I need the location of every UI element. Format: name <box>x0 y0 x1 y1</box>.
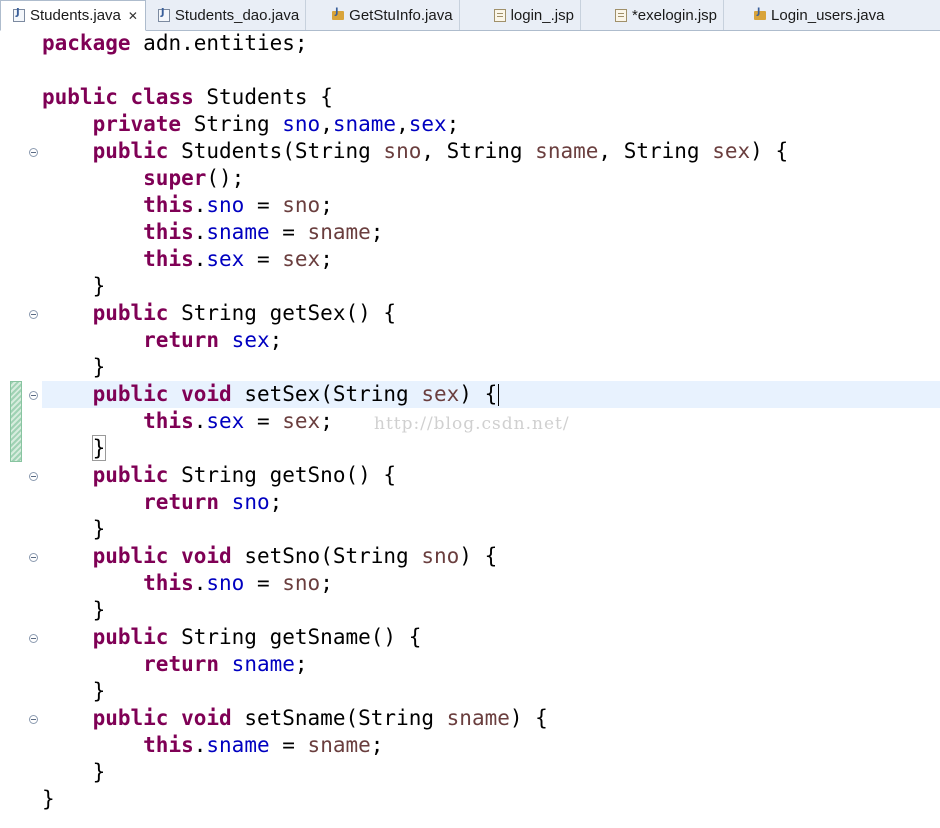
code-line: } <box>92 760 106 784</box>
tab-students-java[interactable]: Students.java ✕ <box>0 0 146 31</box>
tab-label: *exelogin.jsp <box>631 6 718 24</box>
jsp-file-icon <box>493 8 506 22</box>
java-package-icon <box>754 7 767 21</box>
code-line: return sex; <box>143 328 283 352</box>
code-line: return sno; <box>143 490 283 514</box>
code-line: public class Students { <box>42 85 333 109</box>
tab-login-jsp[interactable]: login_.jsp <box>460 0 581 30</box>
jsp-file-icon <box>614 8 627 22</box>
matching-brace: } <box>91 435 107 461</box>
code-line: public String getSex() { <box>92 301 397 325</box>
fold-collapse-icon[interactable] <box>29 310 38 319</box>
code-line: } <box>92 598 106 622</box>
tab-label: Students.java <box>30 7 121 24</box>
text-caret <box>498 384 500 406</box>
code-line: private String sno,sname,sex; <box>92 112 460 136</box>
fold-collapse-icon[interactable] <box>29 391 38 400</box>
tab-getstuinfo-java[interactable]: GetStuInfo.java <box>306 0 460 30</box>
tab-label: Login_users.java <box>771 6 885 24</box>
fold-collapse-icon[interactable] <box>29 715 38 724</box>
code-line: package adn.entities; <box>42 31 308 55</box>
code-line: } <box>92 679 106 703</box>
java-file-icon <box>13 7 25 22</box>
code-line: this.sname = sname; <box>143 733 384 757</box>
fold-collapse-icon[interactable] <box>29 148 38 157</box>
java-package-icon <box>332 7 345 21</box>
fold-collapse-icon[interactable] <box>29 634 38 643</box>
code-line: } <box>92 355 106 379</box>
tab-label: login_.jsp <box>510 6 574 24</box>
code-line-current: public void setSex(String sex) { <box>92 382 500 406</box>
code-line: public void setSno(String sno) { <box>92 544 498 568</box>
tab-label: GetStuInfo.java <box>349 6 453 24</box>
code-line: return sname; <box>143 652 308 676</box>
editor-gutter <box>0 31 8 828</box>
fold-collapse-icon[interactable] <box>29 553 38 562</box>
tab-students-dao-java[interactable]: Students_dao.java <box>146 0 307 30</box>
code-line: public void setSname(String sname) { <box>92 706 548 730</box>
code-line: public Students(String sno, String sname… <box>92 139 789 163</box>
code-line: public String getSno() { <box>92 463 397 487</box>
code-line: this.sno = sno; <box>143 193 333 217</box>
code-line: this.sex = sex; <box>143 409 333 433</box>
java-file-icon <box>157 7 170 22</box>
editor-tab-bar: Students.java ✕ Students_dao.java GetStu… <box>0 0 940 31</box>
fold-collapse-icon[interactable] <box>29 472 38 481</box>
code-line: this.sname = sname; <box>143 220 384 244</box>
code-line: } <box>92 274 106 298</box>
close-icon[interactable]: ✕ <box>127 9 139 23</box>
tab-login-users-java[interactable]: Login_users.java <box>724 0 890 30</box>
code-line: } <box>42 787 55 811</box>
code-line: this.sno = sno; <box>143 571 333 595</box>
code-line: } <box>92 517 106 541</box>
quick-diff-change-marker[interactable] <box>10 381 22 462</box>
code-line: super(); <box>143 166 245 190</box>
watermark-text: http://blog.csdn.net/ <box>374 414 570 434</box>
tab-label: Students_dao.java <box>174 6 300 24</box>
code-line: public String getSname() { <box>92 625 422 649</box>
code-line: } <box>42 435 107 462</box>
tab-exelogin-jsp[interactable]: *exelogin.jsp <box>581 0 725 30</box>
code-line: this.sex = sex; <box>143 247 333 271</box>
